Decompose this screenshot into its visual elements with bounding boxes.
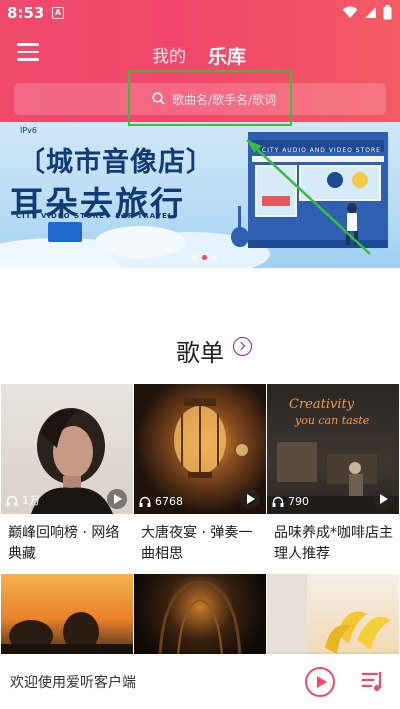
playlist-title: 品味养成*咖啡店主理人推荐 xyxy=(274,525,393,562)
play-button[interactable] xyxy=(373,489,393,509)
carousel-dot[interactable] xyxy=(212,255,217,260)
playlist-cover-row2[interactable] xyxy=(134,574,266,656)
playlist-title: 大唐夜宴 · 弹奏一曲相思 xyxy=(141,525,253,562)
playlist-cover: Creativity you can taste 790 xyxy=(267,384,399,514)
menu-icon[interactable] xyxy=(17,43,39,63)
playlist-cover: 6768 xyxy=(134,384,266,514)
tab-mine[interactable]: 我的 xyxy=(152,42,186,67)
status-bar: 8:53 A xyxy=(0,0,400,28)
play-count-text: 6768 xyxy=(155,495,183,508)
play-count: 790 xyxy=(272,495,309,508)
banner-subtitle: CITY VIDEO STORE · EAR TRAVEL xyxy=(16,212,174,220)
headphones-icon xyxy=(272,496,284,507)
play-count: 1万 xyxy=(6,492,40,508)
player-now-playing-text[interactable]: 欢迎使用爱听客户端 xyxy=(10,672,136,692)
banner-shop-sign: CITY AUDIO AND VIDEO STORE xyxy=(262,147,381,154)
promo-banner[interactable]: IPv6 〔城市音像店〕 耳朵去旅行 CITY VIDEO STORE · EA… xyxy=(0,122,400,268)
notification-icon: A xyxy=(52,7,64,19)
sunset-trees-illustration xyxy=(1,612,133,656)
signal-icon xyxy=(365,7,376,18)
section-title-playlists: 歌单 xyxy=(176,339,224,367)
banner-ipv6-label: IPv6 xyxy=(20,126,38,135)
carousel-dot-active[interactable] xyxy=(202,255,207,260)
play-count-text: 1万 xyxy=(22,494,40,507)
player-play-icon[interactable] xyxy=(305,667,335,697)
mini-player: 欢迎使用爱听客户端 xyxy=(0,654,400,709)
headphones-icon xyxy=(6,495,18,506)
playlist-icon[interactable] xyxy=(360,668,386,694)
headphones-icon xyxy=(139,496,151,507)
playlist-cover-row2[interactable] xyxy=(267,574,399,656)
playlist-cover: 1万 xyxy=(1,384,133,514)
playlist-cover-row2[interactable] xyxy=(1,574,133,656)
top-header: 8:53 A 我的 乐库 歌曲名/歌手名/歌词 xyxy=(0,0,400,122)
play-count-text: 790 xyxy=(288,495,309,508)
play-button[interactable] xyxy=(240,489,260,509)
carousel-dots xyxy=(192,255,217,260)
search-input[interactable]: 歌曲名/歌手名/歌词 xyxy=(14,83,386,115)
chevron-right-icon[interactable] xyxy=(233,337,252,356)
search-placeholder: 歌曲名/歌手名/歌词 xyxy=(172,93,277,107)
tab-library[interactable]: 乐库 xyxy=(208,42,246,69)
battery-icon xyxy=(383,5,392,20)
banner-title-line1: 〔城市音像店〕 xyxy=(18,147,214,178)
neon-sign-line2: you can taste xyxy=(294,414,370,427)
neon-sign-line1: Creativity xyxy=(289,397,355,412)
play-button[interactable] xyxy=(107,489,127,509)
search-icon xyxy=(152,92,165,105)
play-count: 6768 xyxy=(139,495,183,508)
bananas-illustration xyxy=(267,574,391,656)
status-icons xyxy=(342,5,392,20)
wifi-icon xyxy=(342,6,358,18)
tunnel-illustration xyxy=(158,580,242,656)
playlist-title: 巅峰回响榜 · 网络典藏 xyxy=(8,525,120,562)
status-time: 8:53 xyxy=(7,4,45,22)
carousel-dot[interactable] xyxy=(192,255,197,260)
